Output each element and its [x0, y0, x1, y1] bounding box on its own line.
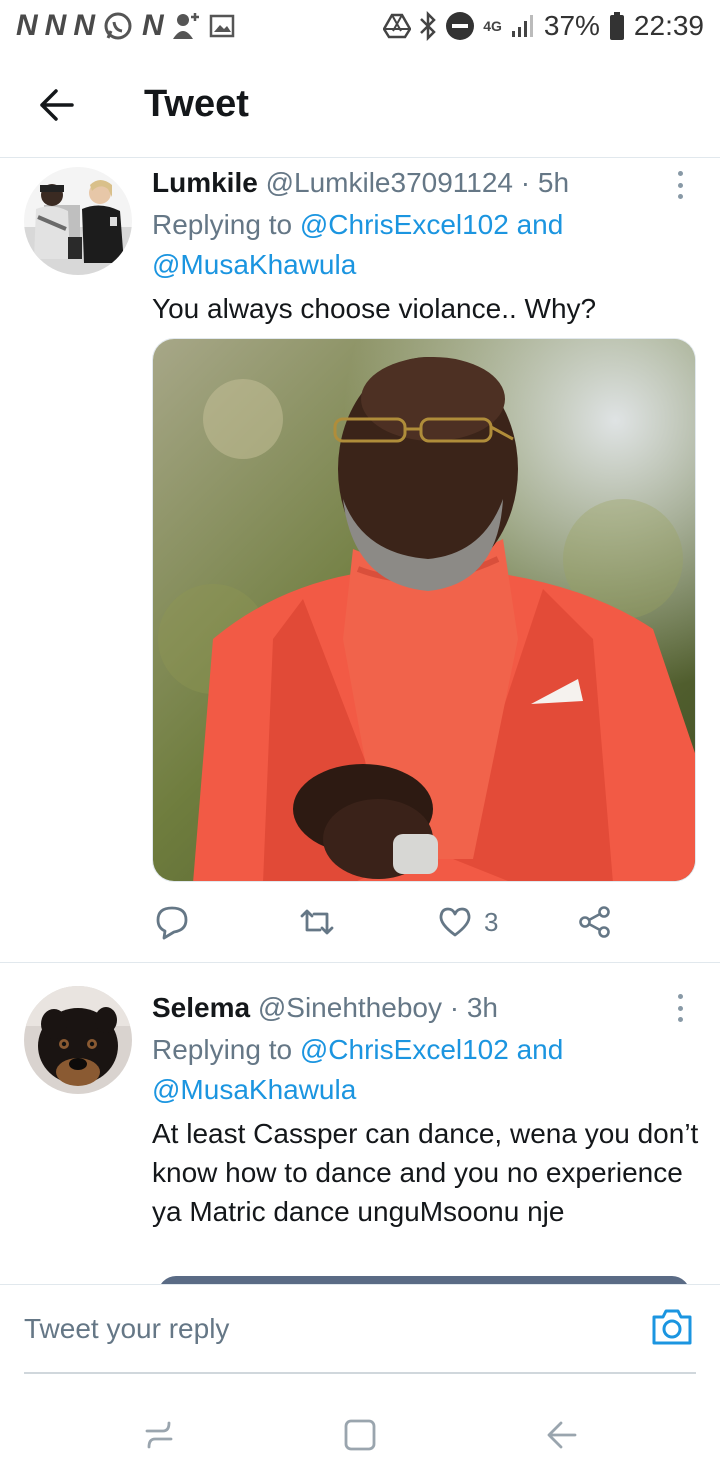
- do-not-disturb-icon: [445, 11, 475, 41]
- tweet-image-partial[interactable]: [158, 1276, 690, 1284]
- recents-icon: [145, 1421, 173, 1449]
- more-vertical-icon: [677, 171, 683, 176]
- tweet-time: 3h: [466, 992, 499, 1023]
- recents-button[interactable]: [134, 1410, 184, 1460]
- author-handle[interactable]: @Sinehtheboy: [258, 992, 442, 1023]
- author-name[interactable]: Lumkile: [152, 167, 258, 198]
- share-button[interactable]: [578, 897, 612, 947]
- and-others-link[interactable]: and: [509, 209, 564, 240]
- more-options-button[interactable]: [670, 990, 690, 1026]
- and-others-link[interactable]: and: [509, 1034, 564, 1065]
- more-vertical-icon: [677, 994, 683, 999]
- meta-separator: ·: [520, 167, 531, 198]
- battery-percent: 37%: [543, 10, 600, 41]
- share-icon: [579, 906, 610, 938]
- tweet-body: Selema @Sinehtheboy · 3h Replying to @Ch…: [152, 984, 700, 1231]
- author-handle[interactable]: @Lumkile37091124: [266, 167, 513, 198]
- mention-link[interactable]: @MusaKhawula: [152, 249, 356, 280]
- image-icon: [209, 14, 235, 38]
- camera-button[interactable]: [650, 1305, 694, 1349]
- tweet-time: 5h: [537, 167, 570, 198]
- replying-to-label: Replying to: [152, 1034, 300, 1065]
- mention-link[interactable]: @ChrisExcel102: [300, 209, 509, 240]
- page-title: Tweet: [144, 83, 249, 125]
- back-arrow-icon: [547, 1421, 577, 1449]
- like-count: 3: [484, 906, 499, 937]
- mention-link[interactable]: @MusaKhawula: [152, 1074, 356, 1105]
- camera-icon: [652, 1309, 692, 1345]
- whatsapp-icon: [102, 10, 134, 42]
- network-type-label: 4G: [483, 18, 502, 34]
- replying-to: Replying to @ChrisExcel102 and @MusaKhaw…: [152, 205, 700, 285]
- replying-to-label: Replying to: [152, 209, 300, 240]
- avatar[interactable]: [24, 167, 132, 275]
- notification-n-icon: N: [44, 9, 67, 42]
- drive-icon: [383, 13, 412, 39]
- arrow-left-icon: [40, 88, 74, 121]
- tweet-header: Lumkile @Lumkile37091124 · 5h: [152, 161, 700, 205]
- system-back-button[interactable]: [536, 1410, 586, 1460]
- notification-n-icon: N: [142, 9, 164, 42]
- tweet-image[interactable]: [152, 338, 696, 882]
- status-bar: N N N N 4G 37% 22:39: [0, 0, 720, 52]
- battery-icon: [608, 11, 626, 41]
- retweet-button[interactable]: [298, 897, 336, 947]
- signal-icon: [510, 13, 536, 39]
- status-system: 4G 37% 22:39: [383, 10, 704, 42]
- add-contact-icon: [171, 11, 201, 41]
- navigation-bar: [0, 1388, 720, 1480]
- tweet-header: Selema @Sinehtheboy · 3h: [152, 986, 700, 1030]
- more-options-button[interactable]: [670, 167, 690, 203]
- heart-icon: [439, 907, 471, 937]
- retweet-icon: [300, 909, 334, 935]
- clock: 22:39: [633, 10, 704, 41]
- author-name[interactable]: Selema: [152, 992, 250, 1023]
- reply-divider: [24, 1372, 696, 1374]
- meta-separator: ·: [449, 992, 460, 1023]
- home-button[interactable]: [335, 1410, 385, 1460]
- tweet[interactable]: Lumkile @Lumkile37091124 · 5h Replying t…: [0, 159, 720, 963]
- tweet-text: You always choose violance.. Why?: [152, 293, 597, 324]
- notification-n-icon: N: [16, 9, 38, 42]
- home-icon: [344, 1419, 376, 1451]
- reply-input[interactable]: [24, 1285, 624, 1373]
- back-button[interactable]: [16, 65, 96, 145]
- reply-composer: [0, 1284, 720, 1373]
- reply-bubble-icon: [156, 906, 188, 940]
- status-notifications: N N N N: [16, 9, 235, 43]
- mention-link[interactable]: @ChrisExcel102: [300, 1034, 509, 1065]
- tweet[interactable]: Selema @Sinehtheboy · 3h Replying to @Ch…: [0, 964, 720, 1284]
- reply-button[interactable]: [154, 897, 190, 947]
- avatar[interactable]: [24, 986, 132, 1094]
- replying-to: Replying to @ChrisExcel102 and @MusaKhaw…: [152, 1030, 700, 1110]
- like-button[interactable]: 3: [438, 897, 498, 947]
- app-header: Tweet: [0, 52, 720, 158]
- tweet-actions: 3: [152, 897, 632, 947]
- bluetooth-icon: [419, 11, 437, 41]
- notification-n-icon: N: [73, 9, 95, 42]
- tweet-body: Lumkile @Lumkile37091124 · 5h Replying t…: [152, 159, 700, 328]
- tweet-text: At least Cassper can dance, wena you don…: [152, 1118, 699, 1227]
